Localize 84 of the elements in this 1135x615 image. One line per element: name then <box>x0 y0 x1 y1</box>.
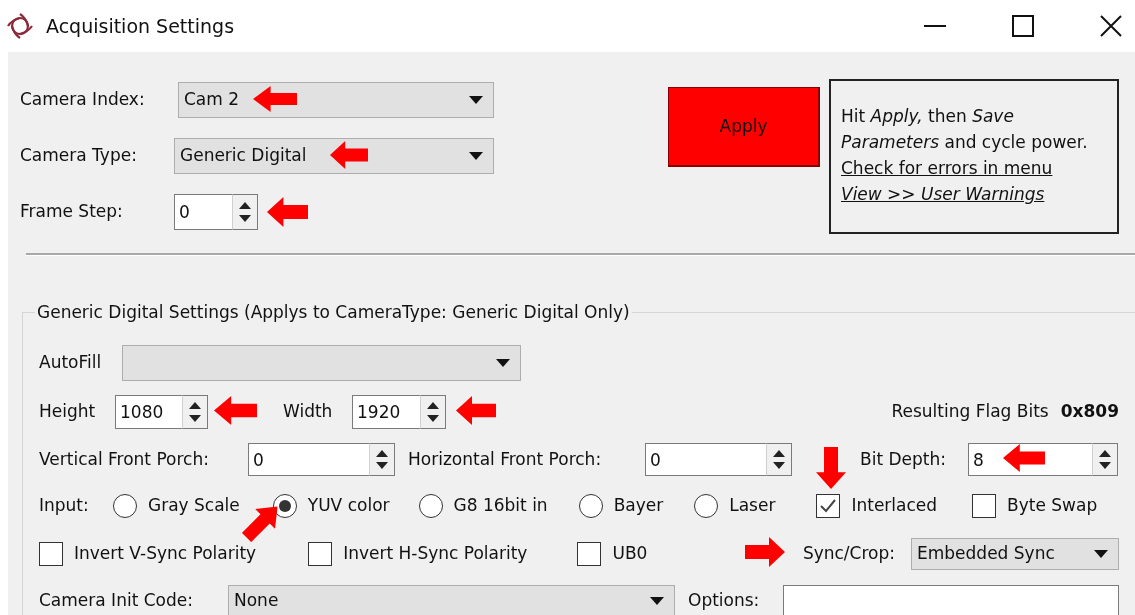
field-label: Bit Depth: <box>860 447 947 471</box>
field-label: Camera Index: <box>20 88 146 112</box>
down-caret-icon <box>189 415 201 422</box>
checkbox-option[interactable]: Byte Swap <box>972 493 1098 519</box>
arrow-icon <box>745 537 785 567</box>
spin-button[interactable] <box>182 395 208 429</box>
caret-icon <box>469 96 483 104</box>
logo-icon <box>6 12 34 40</box>
field-label: Frame Step: <box>20 200 124 224</box>
field-label: Sync/Crop: <box>802 542 895 566</box>
checkbox-option[interactable]: Invert V-Sync Polarity <box>39 541 257 567</box>
down-caret-icon <box>427 415 439 422</box>
dropdown[interactable]: Cam 2 <box>178 82 494 118</box>
field-label: Vertical Front Porch: <box>39 447 210 471</box>
up-caret-icon <box>376 449 388 457</box>
down-caret-icon <box>239 215 251 223</box>
instruction-text: Hit Apply, then Save Parameters and cycle power. <box>841 105 1089 154</box>
field-label: Camera Init Code: <box>39 589 194 613</box>
close-icon <box>1100 15 1122 37</box>
dropdown[interactable]: Embedded Sync <box>911 538 1119 570</box>
number-field[interactable]: 0 <box>174 194 232 230</box>
arrow-icon <box>214 396 257 425</box>
field-label: Camera Type: <box>20 144 138 168</box>
radio-option[interactable]: Gray Scale <box>113 493 240 519</box>
maximize-icon <box>1012 15 1034 37</box>
options-field[interactable] <box>783 585 1119 615</box>
caret-icon <box>496 359 510 367</box>
radio-icon[interactable] <box>113 494 137 518</box>
number-field[interactable]: 0 <box>248 443 369 476</box>
up-caret-icon <box>1099 449 1111 457</box>
up-caret-icon <box>773 449 785 457</box>
field-label: Options: <box>688 589 761 613</box>
checkbox-option[interactable]: Interlaced <box>816 493 938 519</box>
window-title: Acquisition Settings <box>46 13 235 39</box>
down-caret-icon <box>376 462 388 470</box>
checkbox-icon[interactable] <box>577 542 602 566</box>
flag-bits-label: Resulting Flag Bits <box>891 400 1049 424</box>
up-caret-icon <box>239 201 251 209</box>
down-caret-icon <box>773 462 785 470</box>
number-field[interactable]: 1080 <box>115 395 182 429</box>
field-label: Input: <box>39 494 90 518</box>
arrow-icon <box>253 86 297 112</box>
radio-icon[interactable] <box>272 494 297 518</box>
checkbox-icon[interactable] <box>308 542 333 566</box>
apply-button[interactable]: Apply <box>668 87 820 167</box>
field-label: AutoFill <box>39 351 103 375</box>
dropdown[interactable]: None <box>228 585 675 615</box>
radio-option[interactable]: Bayer <box>578 493 664 519</box>
number-field[interactable]: 0 <box>645 443 766 476</box>
spin-button[interactable] <box>766 443 792 476</box>
radio-icon[interactable] <box>418 494 443 518</box>
arrow-icon <box>816 447 846 489</box>
arrow-icon <box>330 141 368 169</box>
menu-link[interactable]: Check for errors in menu <box>841 155 1107 181</box>
radio-option[interactable]: G8 16bit in <box>418 493 548 519</box>
down-caret-icon <box>1099 462 1111 470</box>
caret-icon <box>469 152 483 160</box>
up-caret-icon <box>427 402 439 409</box>
spin-button[interactable] <box>232 194 258 230</box>
spin-button[interactable] <box>369 443 395 476</box>
radio-option[interactable]: Laser <box>694 493 776 519</box>
field-label: Width <box>283 400 334 424</box>
field-label: Horizontal Front Porch: <box>408 447 603 471</box>
checkbox-icon[interactable] <box>39 542 63 566</box>
caret-icon <box>1094 550 1108 558</box>
spin-button[interactable] <box>420 395 446 429</box>
checkbox-icon[interactable] <box>816 494 841 518</box>
radio-icon[interactable] <box>578 494 603 518</box>
arrow-icon <box>267 197 308 227</box>
checkbox-icon[interactable] <box>972 494 997 518</box>
caret-icon <box>650 597 664 605</box>
flag-bits-value: 0x809 <box>1060 400 1119 424</box>
arrow-icon <box>456 396 496 425</box>
number-field[interactable]: 1920 <box>352 395 420 429</box>
up-caret-icon <box>189 402 201 409</box>
minimize-icon <box>924 25 946 27</box>
dropdown[interactable]: Generic Digital <box>174 138 494 174</box>
spin-button[interactable] <box>1092 443 1118 476</box>
menu-link[interactable]: View >> User Warnings <box>841 181 1107 207</box>
checkbox-option[interactable]: UB0 <box>577 541 648 567</box>
arrow-icon <box>1003 444 1045 472</box>
checkbox-option[interactable]: Invert H-Sync Polarity <box>308 541 528 567</box>
radio-icon[interactable] <box>694 494 719 518</box>
field-label: Height <box>39 400 97 424</box>
